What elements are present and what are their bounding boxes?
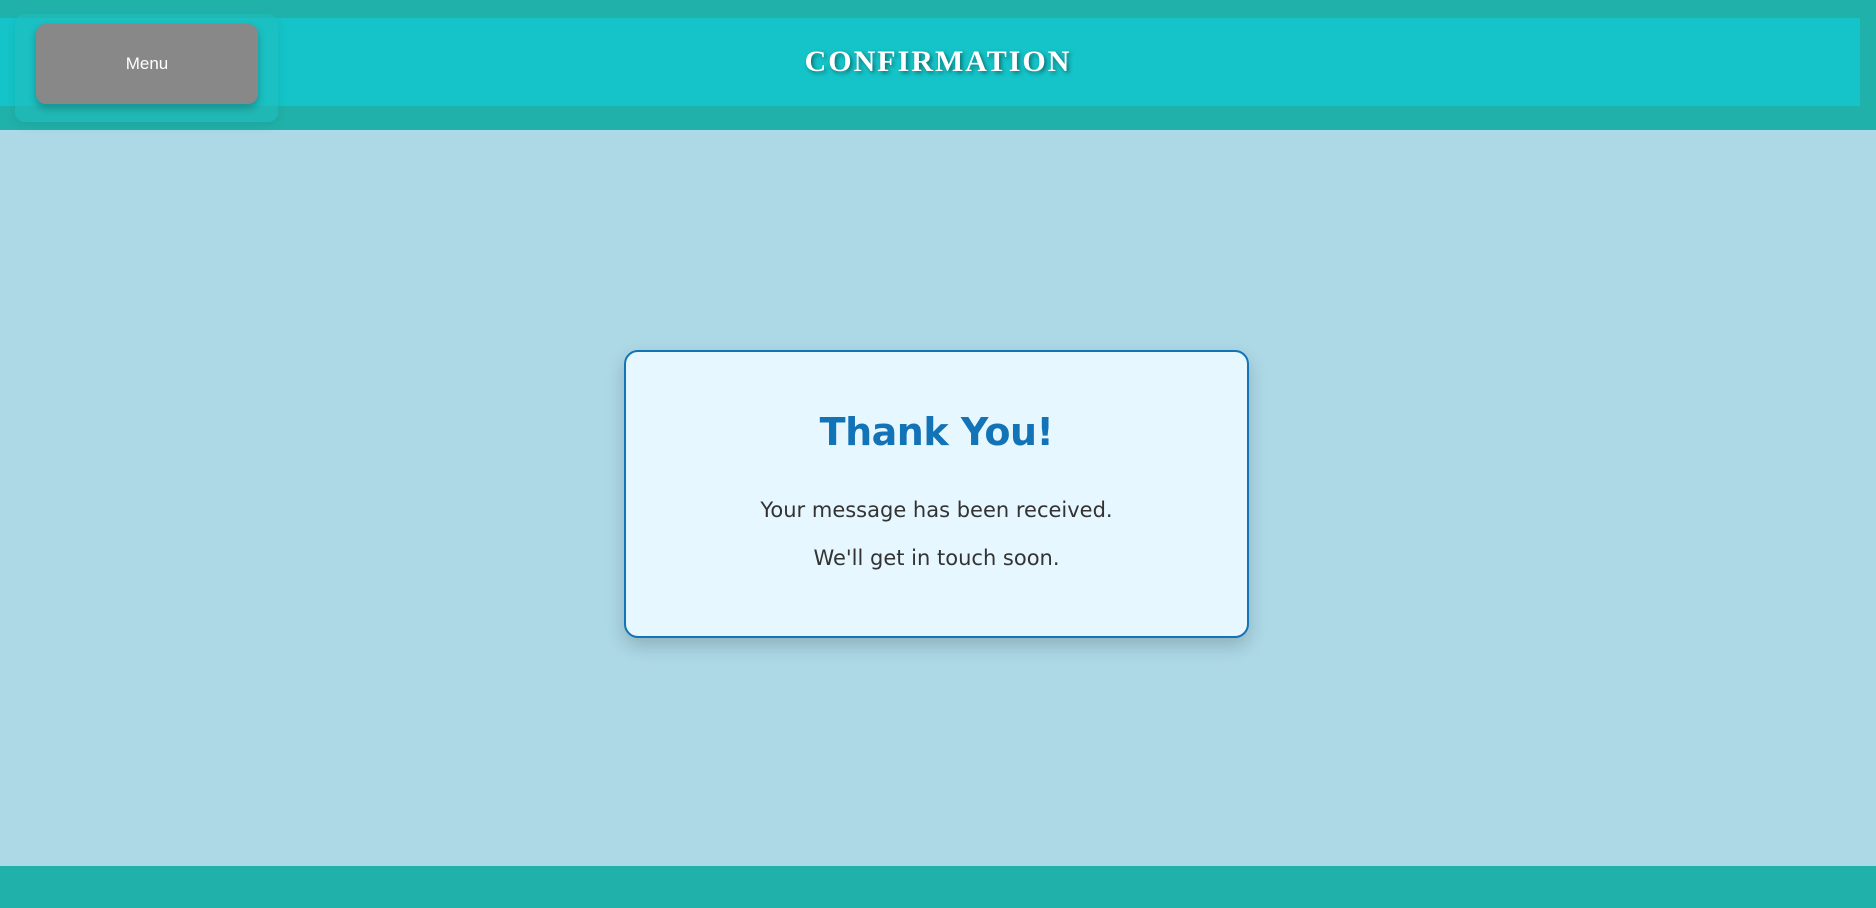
header-inner-band — [0, 18, 1860, 106]
confirmation-message: Your message has been received. — [760, 498, 1113, 522]
follow-up-message: We'll get in touch soon. — [813, 546, 1060, 570]
menu-container: Menu — [15, 14, 278, 122]
footer-bar — [0, 866, 1876, 908]
card-title: Thank You! — [819, 410, 1054, 454]
header-bar: Menu CONFIRMATION — [0, 0, 1876, 130]
menu-button[interactable]: Menu — [36, 24, 258, 104]
confirmation-card: Thank You! Your message has been receive… — [624, 350, 1249, 638]
